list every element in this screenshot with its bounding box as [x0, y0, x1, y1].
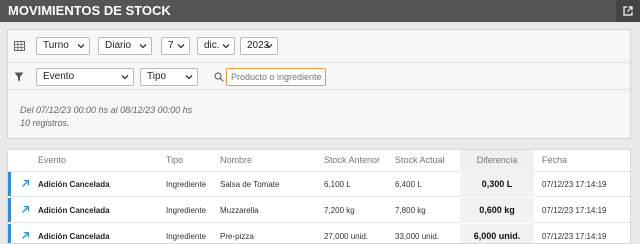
cell-evento: Adición Cancelada: [38, 180, 110, 189]
column-header-tipo[interactable]: Tipo: [166, 150, 183, 172]
cell-tipo: Ingrediente: [166, 180, 207, 189]
chevron-down-icon: [185, 75, 193, 80]
arrow-up-right-icon: [22, 179, 30, 187]
day-select-value: 7: [168, 40, 174, 51]
cell-diferencia: 6,000 unid.: [460, 224, 534, 243]
search-icon: [212, 68, 226, 86]
table-row[interactable]: Adición Cancelada Ingrediente Pre-pizza …: [8, 224, 630, 243]
filters-panel: Turno Diario 7 dic. 2023 Evento Tipo Pro…: [7, 29, 631, 139]
month-select-value: dic.: [204, 40, 220, 51]
cell-nombre: Pre-pizza: [220, 232, 254, 241]
calendar-grid-icon: [8, 32, 30, 60]
summary-text: Del 07/12/23 00:00 hs al 08/12/23 00:00 …: [20, 104, 192, 130]
tipo-select-value: Tipo: [147, 71, 167, 82]
cell-stock-anterior: 27,000 unid.: [324, 232, 369, 241]
cell-fecha: 07/12/23 17:14:19: [542, 180, 607, 189]
title-bar: MOVIMIENTOS DE STOCK: [0, 0, 640, 22]
table-row[interactable]: Adición Cancelada Ingrediente Muzzarella…: [8, 198, 630, 223]
date-filter-row: Turno Diario 7 dic. 2023: [8, 32, 630, 60]
row-accent: [8, 224, 11, 243]
cell-stock-anterior: 6,100 L: [324, 180, 351, 189]
cell-evento: Adición Cancelada: [38, 232, 110, 241]
cell-evento: Adición Cancelada: [38, 206, 110, 215]
date-range-text: Del 07/12/23 00:00 hs al 08/12/23 00:00 …: [20, 105, 193, 115]
arrow-up-right-icon: [22, 231, 30, 239]
cell-nombre: Salsa de Tomate: [220, 180, 280, 189]
event-filter-row: Evento Tipo: [8, 62, 630, 90]
cell-fecha: 07/12/23 17:14:19: [542, 206, 607, 215]
month-select[interactable]: dic.: [197, 37, 235, 55]
chevron-down-icon: [77, 44, 85, 49]
column-header-stock-anterior[interactable]: Stock Anterior: [324, 150, 380, 172]
cell-diferencia: 0,600 kg: [460, 198, 534, 223]
external-link-icon[interactable]: [616, 0, 640, 22]
column-header-fecha[interactable]: Fecha: [542, 150, 567, 172]
year-select[interactable]: 2023: [240, 37, 278, 55]
evento-select[interactable]: Evento: [36, 68, 134, 86]
column-header-nombre[interactable]: Nombre: [220, 150, 252, 172]
column-header-evento[interactable]: Evento: [38, 150, 66, 172]
cell-stock-anterior: 7,200 kg: [324, 206, 355, 215]
cell-diferencia: 0,300 L: [460, 172, 534, 197]
chevron-down-icon: [177, 44, 185, 49]
arrow-up-right-icon: [22, 205, 30, 213]
column-header-diferencia[interactable]: Diferencia: [460, 150, 534, 172]
record-count-text: 10 registros.: [20, 118, 70, 128]
cell-tipo: Ingrediente: [166, 232, 207, 241]
page-title: MOVIMIENTOS DE STOCK: [8, 3, 171, 18]
period-select-value: Diario: [105, 40, 132, 51]
chevron-down-icon: [139, 44, 147, 49]
turno-select-value: Turno: [43, 40, 69, 51]
turno-select[interactable]: Turno: [36, 37, 90, 55]
cell-nombre: Muzzarella: [220, 206, 259, 215]
chevron-down-icon: [222, 44, 230, 49]
evento-select-value: Evento: [43, 71, 75, 82]
chevron-down-icon: [121, 75, 129, 80]
table-row[interactable]: Adición Cancelada Ingrediente Salsa de T…: [8, 172, 630, 197]
cell-stock-actual: 33,000 unid.: [395, 232, 440, 241]
cell-tipo: Ingrediente: [166, 206, 207, 215]
movements-table: Evento Tipo Nombre Stock Anterior Stock …: [7, 149, 631, 244]
cell-fecha: 07/12/23 17:14:19: [542, 232, 607, 241]
period-select[interactable]: Diario: [98, 37, 152, 55]
table-header: Evento Tipo Nombre Stock Anterior Stock …: [8, 150, 630, 172]
tipo-select[interactable]: Tipo: [140, 68, 198, 86]
row-accent: [8, 198, 11, 222]
row-accent: [8, 172, 11, 196]
cell-stock-actual: 7,800 kg: [395, 206, 426, 215]
chevron-down-icon: [265, 44, 273, 49]
cell-stock-actual: 6,400 L: [395, 180, 422, 189]
search-input[interactable]: [226, 68, 326, 86]
filter-icon: [8, 63, 30, 91]
column-header-stock-actual[interactable]: Stock Actual: [395, 150, 445, 172]
day-select[interactable]: 7: [161, 37, 190, 55]
